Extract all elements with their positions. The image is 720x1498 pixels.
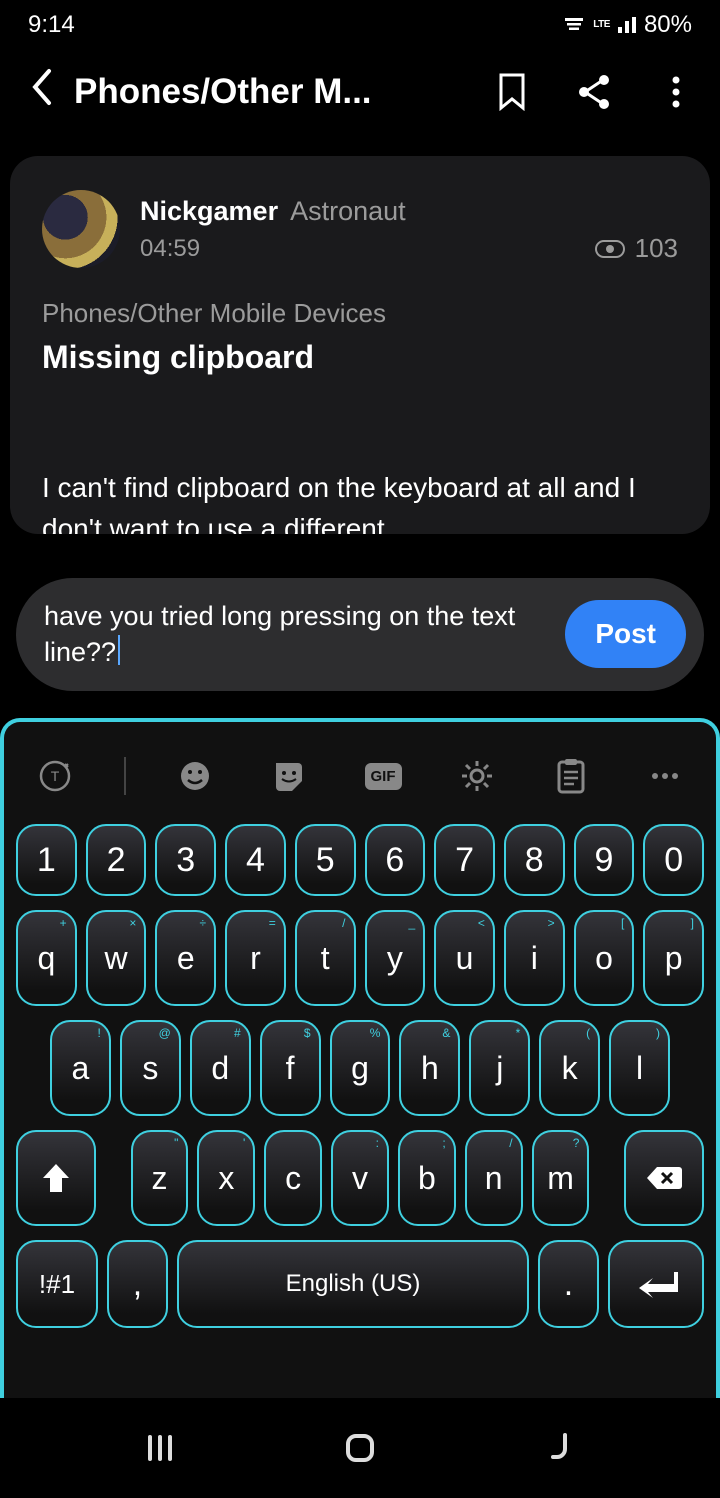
cast-icon	[563, 16, 585, 34]
battery-percent: 80%	[644, 11, 692, 39]
kb-clipboard-icon[interactable]	[546, 751, 596, 801]
key-period[interactable]: .	[538, 1240, 599, 1328]
key-i[interactable]: >i	[504, 910, 565, 1006]
key-5[interactable]: 5	[295, 824, 356, 896]
avatar[interactable]	[42, 190, 120, 268]
eye-icon	[595, 240, 625, 258]
key-8[interactable]: 8	[504, 824, 565, 896]
kb-more-icon[interactable]	[640, 751, 690, 801]
more-button[interactable]	[656, 72, 696, 112]
back-button[interactable]	[18, 62, 64, 122]
key-space[interactable]: English (US)	[177, 1240, 529, 1328]
key-9[interactable]: 9	[574, 824, 635, 896]
app-header: Phones/Other M...	[0, 50, 720, 134]
system-navbar	[0, 1398, 720, 1498]
key-0[interactable]: 0	[643, 824, 704, 896]
key-m[interactable]: ?m	[532, 1130, 590, 1226]
key-3[interactable]: 3	[155, 824, 216, 896]
key-t[interactable]: /t	[295, 910, 356, 1006]
status-time: 9:14	[28, 11, 75, 39]
key-y[interactable]: _y	[365, 910, 426, 1006]
svg-text:T: T	[51, 768, 60, 784]
key-n[interactable]: /n	[465, 1130, 523, 1226]
key-x[interactable]: 'x	[197, 1130, 255, 1226]
key-f[interactable]: $f	[260, 1020, 321, 1116]
nav-recents[interactable]	[140, 1428, 180, 1468]
key-e[interactable]: ÷e	[155, 910, 216, 1006]
key-s[interactable]: @s	[120, 1020, 181, 1116]
nav-home[interactable]	[340, 1428, 380, 1468]
kb-emoji-icon[interactable]	[170, 751, 220, 801]
post-card: Nickgamer Astronaut 04:59 103 Phones/Oth…	[10, 156, 710, 534]
key-a[interactable]: !a	[50, 1020, 111, 1116]
key-4[interactable]: 4	[225, 824, 286, 896]
view-count: 103	[595, 233, 678, 264]
key-z[interactable]: "z	[131, 1130, 189, 1226]
reply-composer: have you tried long pressing on the text…	[16, 578, 704, 691]
post-body: I can't find clipboard on the keyboard a…	[42, 468, 678, 534]
key-shift[interactable]	[16, 1130, 96, 1226]
key-c[interactable]: c	[264, 1130, 322, 1226]
kb-translate-icon[interactable]: T	[30, 751, 80, 801]
key-u[interactable]: <u	[434, 910, 495, 1006]
breadcrumb[interactable]: Phones/Other Mobile Devices	[42, 298, 678, 329]
key-o[interactable]: [o	[574, 910, 635, 1006]
key-d[interactable]: #d	[190, 1020, 251, 1116]
key-6[interactable]: 6	[365, 824, 426, 896]
post-title: Missing clipboard	[42, 339, 678, 376]
kb-sticker-icon[interactable]	[264, 751, 314, 801]
user-rank: Astronaut	[290, 196, 406, 227]
key-2[interactable]: 2	[86, 824, 147, 896]
key-1[interactable]: 1	[16, 824, 77, 896]
page-title: Phones/Other M...	[74, 72, 482, 112]
key-7[interactable]: 7	[434, 824, 495, 896]
post-time: 04:59	[140, 235, 406, 263]
username[interactable]: Nickgamer	[140, 196, 278, 227]
key-r[interactable]: =r	[225, 910, 286, 1006]
post-button[interactable]: Post	[565, 600, 686, 668]
key-backspace[interactable]	[624, 1130, 704, 1226]
key-j[interactable]: *j	[469, 1020, 530, 1116]
key-h[interactable]: &h	[399, 1020, 460, 1116]
key-b[interactable]: ;b	[398, 1130, 456, 1226]
key-v[interactable]: :v	[331, 1130, 389, 1226]
key-p[interactable]: ]p	[643, 910, 704, 1006]
kb-gif-icon[interactable]: GIF	[358, 751, 408, 801]
text-cursor	[118, 635, 120, 665]
key-comma[interactable]: ,	[107, 1240, 168, 1328]
key-enter[interactable]	[608, 1240, 704, 1328]
key-w[interactable]: ×w	[86, 910, 147, 1006]
key-k[interactable]: (k	[539, 1020, 600, 1116]
share-button[interactable]	[574, 72, 614, 112]
key-l[interactable]: )l	[609, 1020, 670, 1116]
reply-input[interactable]: have you tried long pressing on the text…	[44, 598, 551, 671]
nav-back[interactable]	[540, 1428, 580, 1468]
key-g[interactable]: %g	[330, 1020, 391, 1116]
status-bar: 9:14 LTE 80%	[0, 0, 720, 50]
keyboard: T GIF 1234567890 +q×w÷e=r/t_y<u>i[o	[0, 718, 720, 1398]
lte-label: LTE	[593, 20, 610, 30]
kb-settings-icon[interactable]	[452, 751, 502, 801]
bookmark-button[interactable]	[492, 72, 532, 112]
key-symbols[interactable]: !#1	[16, 1240, 98, 1328]
key-q[interactable]: +q	[16, 910, 77, 1006]
signal-icon	[618, 17, 636, 33]
